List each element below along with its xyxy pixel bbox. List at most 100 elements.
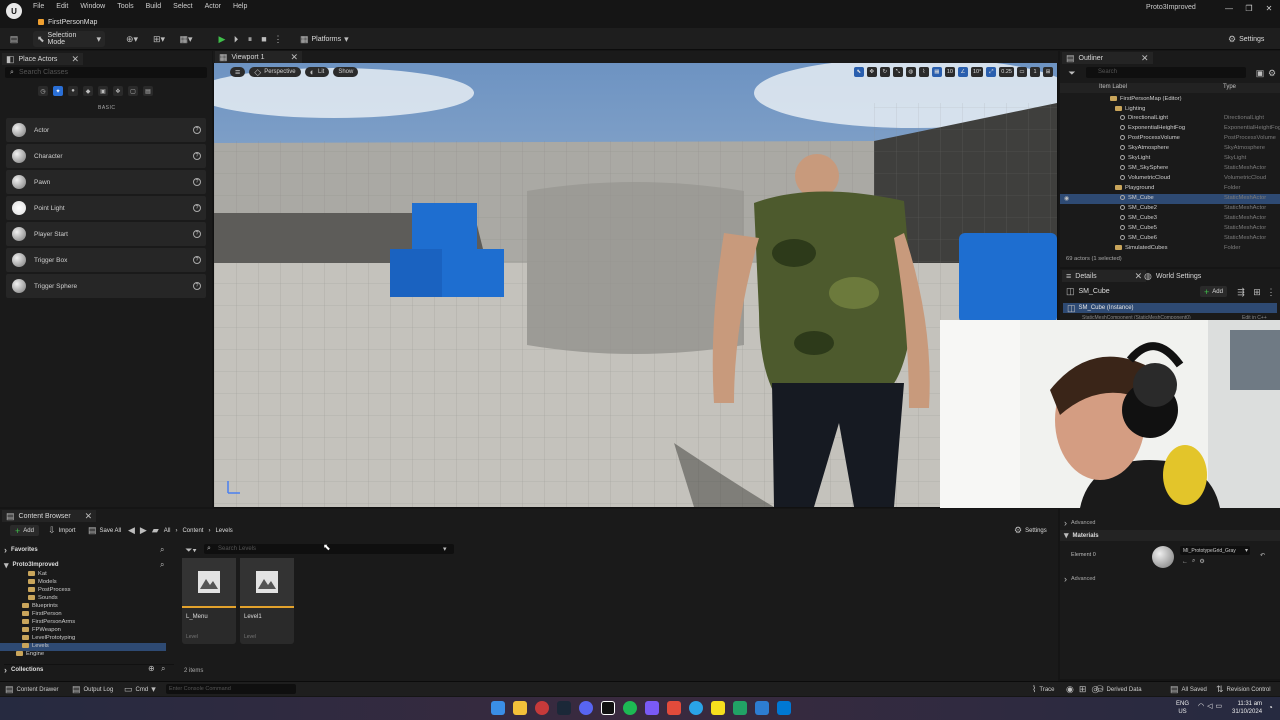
save-icon[interactable]: ▤: [8, 33, 20, 45]
menu-file[interactable]: File: [33, 3, 44, 10]
cb-settings-button[interactable]: ⚙ Settings: [1014, 525, 1047, 536]
shapes-icon[interactable]: ◆: [83, 86, 93, 96]
stop-icon[interactable]: ■: [259, 33, 269, 45]
select-tool-icon[interactable]: ⬉: [853, 67, 864, 77]
help-icon[interactable]: ?: [193, 178, 201, 186]
actor-item-player-start[interactable]: Player Start ?: [6, 222, 206, 246]
advanced-section-2[interactable]: › Advanced: [1064, 574, 1095, 584]
asset-tile[interactable]: L_Menu Level: [182, 558, 236, 644]
app-icon[interactable]: [711, 701, 725, 715]
forward-icon[interactable]: ▶: [140, 525, 147, 536]
help-icon[interactable]: ?: [193, 282, 201, 290]
app-icon[interactable]: [645, 701, 659, 715]
material-thumbnail[interactable]: [1152, 546, 1174, 568]
volume-icon[interactable]: ◁: [1207, 702, 1212, 710]
windows-start-icon[interactable]: [491, 701, 505, 715]
help-icon[interactable]: ?: [193, 204, 201, 212]
actor-item-trigger-box[interactable]: Trigger Box ?: [6, 248, 206, 272]
visual-effects-icon[interactable]: ❖: [113, 86, 123, 96]
play-icon[interactable]: ▶: [217, 33, 227, 45]
folder-row[interactable]: PostProcess: [0, 587, 175, 595]
folder-row[interactable]: FirstPersonArms: [0, 619, 175, 627]
outliner-row[interactable]: ExponentialHeightFog ExponentialHeightFog: [1060, 124, 1280, 134]
outliner-row[interactable]: SM_SkySphere StaticMeshActor: [1060, 164, 1280, 174]
save-all-button[interactable]: ▤ Save All: [88, 525, 121, 536]
menu-edit[interactable]: Edit: [56, 3, 68, 10]
add-collection-icon[interactable]: ⊕: [148, 664, 155, 673]
outliner-row[interactable]: SM_Cube3 StaticMeshActor: [1060, 214, 1280, 224]
close-tab-icon[interactable]: ✕: [85, 511, 93, 522]
add-button[interactable]: + Add: [10, 525, 39, 536]
perspective-button[interactable]: ◇ Perspective: [249, 67, 301, 77]
map-tab[interactable]: FirstPersonMap: [34, 16, 101, 28]
unreal-logo-icon[interactable]: U: [6, 3, 22, 19]
breadcrumb-all[interactable]: All: [164, 528, 171, 534]
import-button[interactable]: ⇩ Import: [48, 525, 76, 536]
step-icon[interactable]: ⏵: [231, 33, 241, 45]
console-input[interactable]: Enter Console Command: [166, 684, 296, 694]
battery-icon[interactable]: ▭: [1216, 702, 1223, 710]
menu-window[interactable]: Window: [80, 3, 105, 10]
close-tab-icon[interactable]: ✕: [71, 54, 79, 65]
actor-item-point-light[interactable]: Point Light ?: [6, 196, 206, 220]
file-explorer-icon[interactable]: [513, 701, 527, 715]
record-icon[interactable]: ◉: [1066, 684, 1074, 695]
minimize-icon[interactable]: —: [1222, 3, 1236, 13]
search-icon[interactable]: ⌕: [161, 664, 165, 674]
lights-icon[interactable]: ●: [68, 86, 78, 96]
outliner-tab[interactable]: ▤ Outliner ✕: [1062, 52, 1153, 64]
menu-tools[interactable]: Tools: [117, 3, 133, 10]
scale-snap-icon[interactable]: ⤢: [986, 67, 997, 77]
settings-button[interactable]: ⚙ Settings: [1224, 31, 1274, 47]
maximize-icon[interactable]: ❐: [1242, 3, 1256, 13]
content-drawer-button[interactable]: ▤ Content Drawer: [5, 684, 59, 695]
asset-tile[interactable]: Level1 Level: [240, 558, 294, 644]
outliner-row[interactable]: SM_Cube6 StaticMeshActor: [1060, 234, 1280, 244]
folder-row[interactable]: FirstPerson: [0, 611, 175, 619]
actor-item-trigger-sphere[interactable]: Trigger Sphere ?: [6, 274, 206, 298]
options-icon[interactable]: ⚙: [1199, 558, 1204, 565]
all-classes-icon[interactable]: ▤: [143, 86, 153, 96]
search-icon[interactable]: ⌕: [160, 545, 164, 555]
all-saved-button[interactable]: ▤ All Saved: [1170, 684, 1207, 695]
viewport-scene[interactable]: ≡ ◇ Perspective ◐ Lit Show ⬉ ✥ ↻ ⤡ ◍ ⌇ ▦…: [214, 63, 1057, 507]
cinematics-icon[interactable]: ▦▾: [176, 34, 196, 44]
chevron-down-icon[interactable]: ▾: [443, 545, 447, 553]
menu-help[interactable]: Help: [233, 3, 247, 10]
close-tab-icon[interactable]: ✕: [1141, 53, 1149, 64]
more-play-icon[interactable]: ⋮: [273, 33, 283, 45]
world-icon[interactable]: ◍: [905, 67, 916, 77]
menu-select[interactable]: Select: [173, 3, 192, 10]
material-dropdown[interactable]: MI_PrototypeGrid_Gray ▾: [1180, 546, 1250, 555]
outliner-row[interactable]: SkyLight SkyLight: [1060, 154, 1280, 164]
scale-tool-icon[interactable]: ⤡: [892, 67, 903, 77]
browse-icon[interactable]: ⌕: [1192, 558, 1195, 565]
grid-view-icon[interactable]: ⊞: [1252, 287, 1262, 297]
use-selected-icon[interactable]: ←: [1182, 559, 1188, 565]
spotify-icon[interactable]: [623, 701, 637, 715]
outliner-row[interactable]: SkyAtmosphere SkyAtmosphere: [1060, 144, 1280, 154]
surface-snap-icon[interactable]: ⌇: [918, 67, 929, 77]
help-icon[interactable]: ?: [193, 126, 201, 134]
basic-icon[interactable]: ✦: [53, 86, 63, 96]
project-section[interactable]: ▾ Proto3Improved: [4, 560, 174, 570]
unreal-engine-icon[interactable]: [601, 701, 615, 715]
actor-item-pawn[interactable]: Pawn ?: [6, 170, 206, 194]
volumes-icon[interactable]: ▢: [128, 86, 138, 96]
actor-item-character[interactable]: Character ?: [6, 144, 206, 168]
outliner-row[interactable]: DirectionalLight DirectionalLight: [1060, 114, 1280, 124]
app-icon[interactable]: [755, 701, 769, 715]
advanced-section-1[interactable]: › Advanced: [1064, 518, 1095, 528]
folder-row[interactable]: Kat: [0, 571, 175, 579]
maximize-viewport-icon[interactable]: ⊞: [1043, 67, 1053, 77]
language-indicator[interactable]: ENG US: [1176, 700, 1189, 716]
output-log-button[interactable]: ▤ Output Log: [72, 684, 113, 695]
blueprint-icon[interactable]: ⇶: [1236, 287, 1246, 297]
recent-icon[interactable]: ◷: [38, 86, 48, 96]
folder-row[interactable]: FPWeapon: [0, 627, 175, 635]
back-icon[interactable]: ◀: [128, 525, 135, 536]
trace-button[interactable]: ⌇ Trace: [1032, 684, 1055, 695]
viewport-menu-button[interactable]: ≡: [230, 67, 246, 77]
reset-icon[interactable]: ↶: [1260, 552, 1265, 559]
camera-speed-icon[interactable]: ▭: [1017, 67, 1027, 77]
